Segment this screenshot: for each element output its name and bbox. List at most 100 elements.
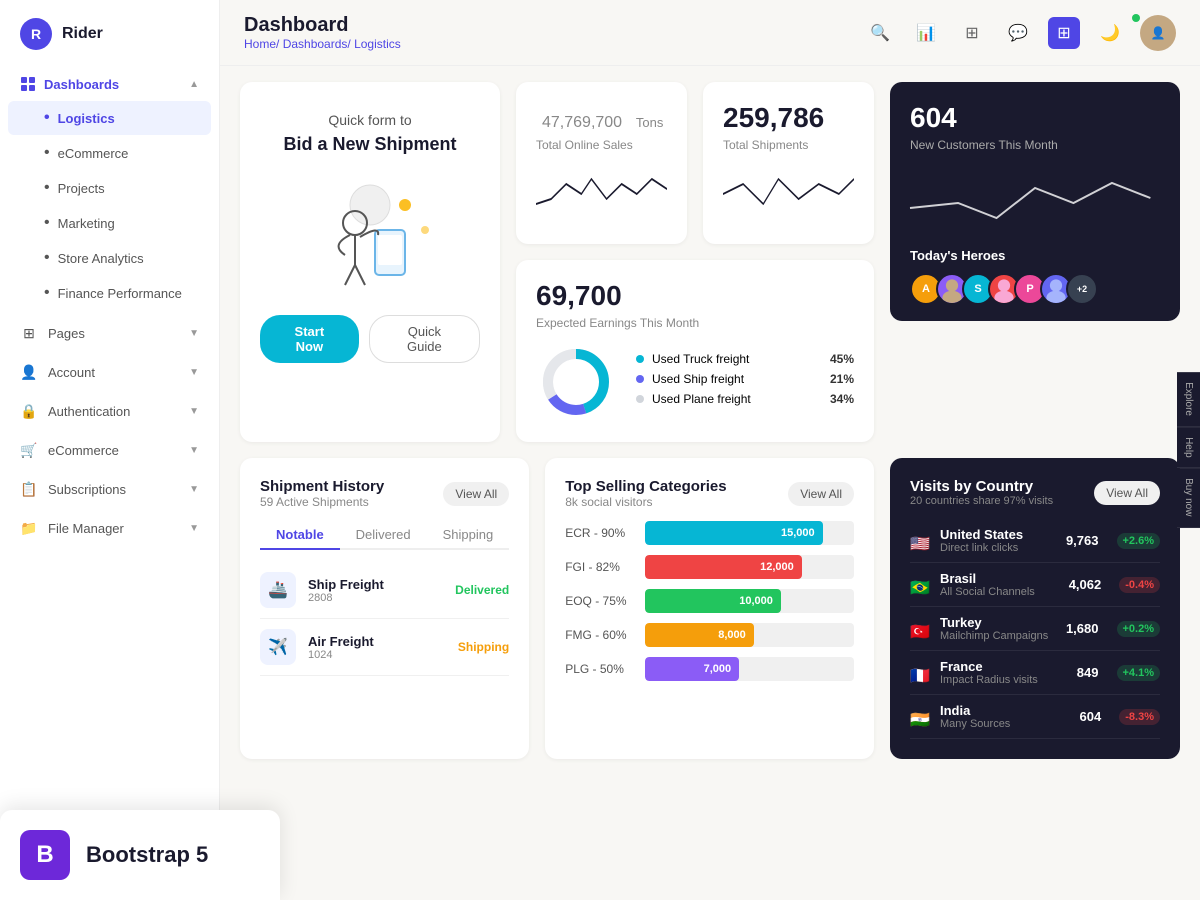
top-selling-card: Top Selling Categories 8k social visitor… (545, 458, 874, 759)
flag-brasil: 🇧🇷 (910, 578, 930, 592)
flag-us: 🇺🇸 (910, 534, 930, 548)
promo-subtitle: Bid a New Shipment (260, 134, 480, 155)
breadcrumb: Home/ Dashboards/ Logistics (244, 37, 401, 51)
apps-icon[interactable]: ⊞ (1048, 17, 1080, 49)
start-now-button[interactable]: Start Now (260, 315, 359, 363)
shipment-history-title: Shipment History (260, 478, 384, 495)
total-sales-unit: Tons (636, 115, 663, 130)
customers-sparkline (910, 168, 1160, 228)
sidebar-item-logistics[interactable]: Logistics (8, 101, 211, 135)
chevron-down-icon-2: ▼ (189, 367, 199, 378)
logo-icon: R (20, 18, 52, 50)
sidebar-item-pages[interactable]: ⊞ Pages ▼ (0, 314, 219, 352)
bootstrap-icon: B (20, 830, 70, 880)
ship-legend: Used Ship freight 21% (636, 372, 854, 386)
visits-title: Visits by Country (910, 478, 1053, 495)
help-tab[interactable]: Help (1177, 427, 1200, 469)
subscriptions-icon: 📋 (20, 480, 38, 498)
plane-legend: Used Plane freight 34% (636, 392, 854, 406)
country-turkey: 🇹🇷 Turkey Mailchimp Campaigns 1,680 +0.2… (910, 607, 1160, 651)
bar-eoq: EOQ - 75% 10,000 (565, 589, 854, 613)
bar-chart: ECR - 90% 15,000 FGI - 82% 12,000 (565, 521, 854, 681)
shipment-history-subtitle: 59 Active Shipments (260, 495, 384, 509)
top-row: Quick form to Bid a New Shipment (240, 82, 1180, 442)
page-title: Dashboard (244, 14, 401, 37)
earnings-card: 69,700 Expected Earnings This Month (516, 260, 874, 442)
new-customers-value: 604 (910, 102, 1160, 134)
search-icon[interactable]: 🔍 (864, 17, 896, 49)
sidebar-item-account[interactable]: 👤 Account ▼ (0, 353, 219, 391)
bootstrap-text: Bootstrap 5 (86, 842, 208, 868)
total-sales-card: 47,769,700 Tons Total Online Sales (516, 82, 687, 244)
chevron-up-icon: ▲ (189, 79, 199, 90)
header: Dashboard Home/ Dashboards/ Logistics 🔍 … (220, 0, 1200, 66)
top-selling-view-all[interactable]: View All (788, 482, 854, 506)
illustration-svg (290, 175, 450, 295)
top-selling-title: Top Selling Categories (565, 478, 726, 495)
total-shipments-value: 259,786 (723, 102, 854, 134)
shipment-status-2: Shipping (458, 640, 509, 654)
explore-tab[interactable]: Explore (1177, 372, 1200, 427)
promo-title: Quick form to (260, 112, 480, 128)
bar-fmg: FMG - 60% 8,000 (565, 623, 854, 647)
sidebar-item-subscriptions[interactable]: 📋 Subscriptions ▼ (0, 470, 219, 508)
app-name: Rider (62, 25, 103, 43)
sidebar-item-file-manager[interactable]: 📁 File Manager ▼ (0, 509, 219, 547)
new-customers-label: New Customers This Month (910, 138, 1160, 152)
shipment-row-1: 🚢 Ship Freight 2808 Delivered (260, 562, 509, 619)
grid-icon[interactable]: ⊞ (956, 17, 988, 49)
avatar-row: A S P +2 (910, 273, 1160, 305)
bar-fgi: FGI - 82% 12,000 (565, 555, 854, 579)
bottom-row: Shipment History 59 Active Shipments Vie… (240, 458, 1180, 759)
sidebar-item-store-analytics[interactable]: Store Analytics (8, 241, 211, 275)
file-icon: 📁 (20, 519, 38, 537)
country-us: 🇺🇸 United States Direct link clicks 9,76… (910, 519, 1160, 563)
shipment-id-1: 2808 (308, 592, 443, 604)
chevron-down-icon: ▼ (189, 328, 199, 339)
quick-guide-button[interactable]: Quick Guide (369, 315, 480, 363)
top-selling-subtitle: 8k social visitors (565, 495, 726, 509)
buy-now-tab[interactable]: Buy now (1177, 469, 1200, 528)
sidebar-item-authentication[interactable]: 🔒 Authentication ▼ (0, 392, 219, 430)
total-sales-value: 47,769,700 (542, 114, 622, 131)
chart-icon[interactable]: 📊 (910, 17, 942, 49)
sidebar-section-dashboards: Dashboards ▲ Logistics eCommerce Project… (0, 68, 219, 310)
right-dark-panel: 604 New Customers This Month Today's Her… (890, 82, 1180, 321)
sidebar: R Rider Dashboards ▲ Logistics eCommerce… (0, 0, 220, 900)
user-avatar[interactable]: 👤 (1140, 15, 1176, 51)
dashboards-toggle[interactable]: Dashboards ▲ (0, 68, 219, 100)
status-dot (1132, 14, 1140, 22)
sales-sparkline (536, 164, 667, 224)
sidebar-item-ecommerce[interactable]: eCommerce (8, 136, 211, 170)
tab-shipping[interactable]: Shipping (427, 521, 510, 550)
avatar-more: +2 (1066, 273, 1098, 305)
sidebar-item-projects[interactable]: Projects (8, 171, 211, 205)
shipment-icon-2: ✈️ (260, 629, 296, 665)
theme-icon[interactable]: 🌙 (1094, 17, 1126, 49)
center-stats: 47,769,700 Tons Total Online Sales 259,7… (516, 82, 874, 442)
visits-view-all[interactable]: View All (1094, 481, 1160, 505)
dashboard-icon (20, 76, 36, 92)
shipment-icon-1: 🚢 (260, 572, 296, 608)
ecommerce-icon: 🛒 (20, 441, 38, 459)
shipment-name-1: Ship Freight (308, 577, 443, 592)
country-france: 🇫🇷 France Impact Radius visits 849 +4.1% (910, 651, 1160, 695)
app-logo[interactable]: R Rider (0, 0, 219, 68)
message-icon[interactable]: 💬 (1002, 17, 1034, 49)
side-tabs: Explore Help Buy now (1177, 372, 1200, 528)
sidebar-item-ecommerce-top[interactable]: 🛒 eCommerce ▼ (0, 431, 219, 469)
tab-notable[interactable]: Notable (260, 521, 340, 550)
sidebar-item-finance-performance[interactable]: Finance Performance (8, 276, 211, 310)
bar-plg: PLG - 50% 7,000 (565, 657, 854, 681)
flag-india: 🇮🇳 (910, 710, 930, 724)
country-india: 🇮🇳 India Many Sources 604 -8.3% (910, 695, 1160, 739)
heroes-title: Today's Heroes (910, 248, 1160, 263)
shipment-view-all[interactable]: View All (443, 482, 509, 506)
account-icon: 👤 (20, 363, 38, 381)
sidebar-item-marketing[interactable]: Marketing (8, 206, 211, 240)
shipment-history-card: Shipment History 59 Active Shipments Vie… (240, 458, 529, 759)
bar-ecr: ECR - 90% 15,000 (565, 521, 854, 545)
tab-delivered[interactable]: Delivered (340, 521, 427, 550)
donut-chart (536, 342, 616, 422)
earnings-value: 69,700 (536, 280, 854, 312)
